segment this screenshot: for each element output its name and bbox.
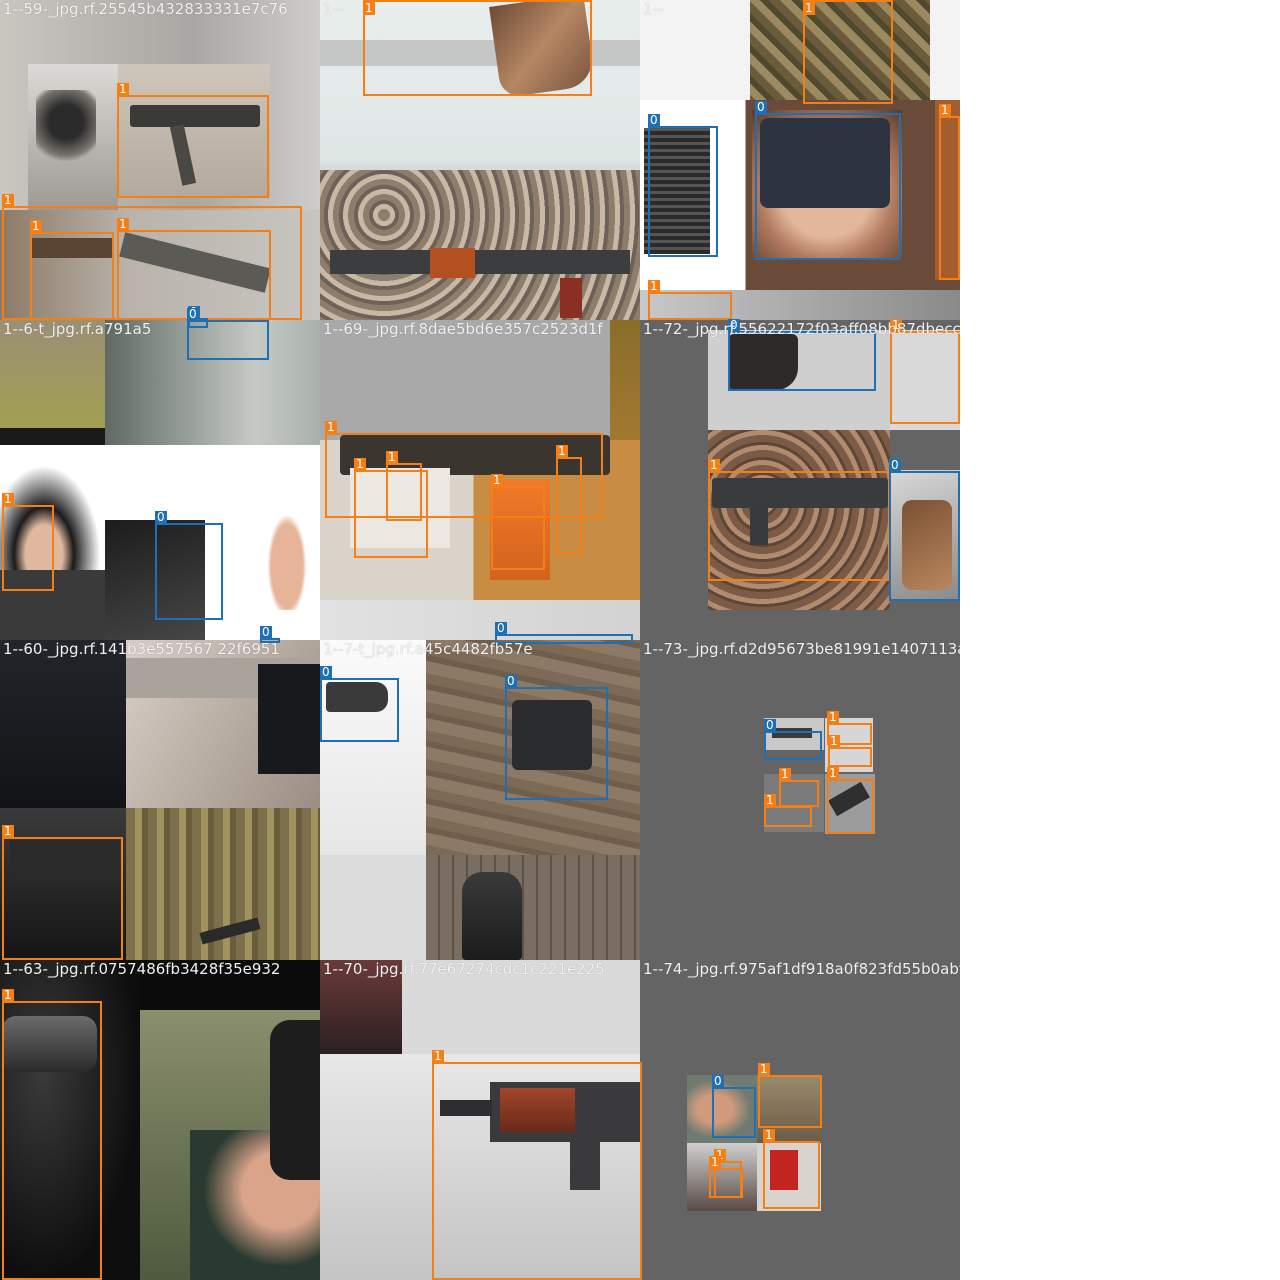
bounding-box-label: 1 — [363, 1, 375, 15]
bounding-box-label: 0 — [889, 458, 901, 472]
bounding-box-class-1: 1 — [556, 445, 582, 554]
tile-filename: 1--63-_jpg.rf.0757486fb3428f35e932 — [3, 960, 281, 978]
bounding-box-class-1: 1 — [828, 735, 872, 767]
tile-filename: 1--7-t_jpg.rf.a45c4482fb57e — [323, 640, 533, 658]
bounding-box-label: 1 — [2, 988, 14, 1002]
bounding-box-class-0: 0 — [187, 308, 269, 360]
bounding-box-label: 0 — [505, 674, 517, 688]
bounding-box-label: 0 — [187, 307, 199, 321]
bounding-box-class-1: 1 — [708, 459, 890, 581]
bounding-box-class-1: 1 — [648, 280, 732, 320]
bounding-box-label: 1 — [827, 766, 839, 780]
tile-filename: 1--69-_jpg.rf.8dae5bd6e357c2523d1f — [323, 320, 603, 338]
tile-filename: 1--70-_jpg.rf.77e67274cdc1c221e225 — [323, 960, 605, 978]
bounding-box-label: 1 — [803, 1, 815, 15]
bounding-box-label: 1 — [763, 1128, 775, 1142]
bounding-box-label: 1 — [386, 450, 398, 464]
bounding-box-label: 1 — [828, 734, 840, 748]
bounding-box-label: 1 — [758, 1062, 770, 1076]
bounding-box-label: 1 — [2, 193, 14, 207]
tile-filename: 1--6-t_jpg.rf.a791a5 — [3, 320, 152, 338]
bounding-box-class-1: 1 — [803, 0, 893, 104]
tile-filename: 1-- — [323, 0, 344, 18]
bounding-box-class-0: 0 — [320, 666, 399, 742]
bounding-box-label: 1 — [779, 767, 791, 781]
bounding-box-label: 1 — [325, 420, 337, 434]
tile-filename: 1--72-_jpg.rf.55622172f03aff08bb87dbecc3 — [643, 320, 960, 338]
bounding-box-class-1: 1 — [432, 1050, 642, 1280]
bounding-box-class-0: 0 — [764, 719, 822, 760]
bounding-box-label: 1 — [648, 279, 660, 293]
bounding-box-class-1: 1 — [890, 319, 960, 424]
bounding-box-class-1: 1 — [764, 794, 812, 827]
bounding-box-label: 1 — [708, 458, 720, 472]
bounding-box-label: 1 — [827, 710, 839, 724]
tile-filename: 1--73-_jpg.rf.d2d95673be81991e1407113a00 — [643, 640, 960, 658]
bounding-box-class-1: 1 — [827, 767, 874, 834]
bounding-box-label: 1 — [939, 103, 951, 117]
bounding-box-class-1: 1 — [491, 474, 545, 570]
bounding-box-label: 0 — [155, 510, 167, 524]
bounding-box-class-1: 1 — [2, 493, 54, 591]
bounding-box-label: 1 — [117, 82, 129, 96]
bounding-box-class-1: 1 — [779, 768, 819, 807]
tile-filename: 1--74-_jpg.rf.975af1df918a0f823fd55b0abf — [643, 960, 960, 978]
bounding-box-label: 1 — [709, 1155, 721, 1169]
bounding-box-label: 1 — [30, 219, 42, 233]
bounding-box-label: 1 — [354, 457, 366, 471]
bounding-box-label: 0 — [320, 665, 332, 679]
bounding-box-label: 1 — [491, 473, 503, 487]
bounding-box-label: 0 — [712, 1074, 724, 1088]
bounding-box-class-0: 0 — [728, 319, 876, 391]
bounding-box-class-1: 1 — [939, 104, 960, 280]
bounding-box-label: 1 — [556, 444, 568, 458]
bounding-box-class-0: 0 — [755, 101, 901, 260]
bounding-box-label: 1 — [117, 217, 129, 231]
bounding-box-class-0: 0 — [889, 459, 960, 601]
bounding-box-class-1: 1 — [2, 989, 102, 1280]
bounding-box-label: 1 — [2, 824, 14, 838]
bounding-box-label: 0 — [648, 113, 660, 127]
bounding-box-label: 0 — [755, 100, 767, 114]
bounding-box-class-1: 1 — [709, 1156, 743, 1198]
bounding-box-label: 1 — [764, 793, 776, 807]
tile-filename: 1--59-_jpg.rf.25545b432833331e7c76 — [3, 0, 288, 18]
bounding-box-class-1: 1 — [363, 0, 592, 96]
bounding-box-label: 0 — [764, 718, 776, 732]
bounding-box-label: 1 — [2, 492, 14, 506]
bounding-box-class-1: 1 — [117, 83, 269, 198]
bounding-box-class-1: 1 — [763, 1129, 820, 1209]
bounding-box-class-1: 1 — [2, 825, 123, 960]
bounding-box-label: 0 — [260, 625, 272, 639]
bounding-box-class-1: 1 — [386, 451, 422, 521]
bounding-box-class-0: 0 — [648, 114, 718, 257]
bounding-box-label: 0 — [495, 621, 507, 635]
bounding-box-class-0: 0 — [155, 511, 223, 620]
bounding-box-label: 1 — [432, 1049, 444, 1063]
tile-filename: 1-- — [643, 0, 664, 18]
bounding-box-class-0: 0 — [505, 675, 608, 800]
tile-filename: 1--60-_jpg.rf.141b3e557567 22f6951 — [3, 640, 280, 658]
bounding-box-class-1: 1 — [758, 1063, 822, 1128]
bounding-box-class-0: 0 — [712, 1075, 756, 1138]
bounding-box-class-1: 1 — [30, 220, 114, 320]
